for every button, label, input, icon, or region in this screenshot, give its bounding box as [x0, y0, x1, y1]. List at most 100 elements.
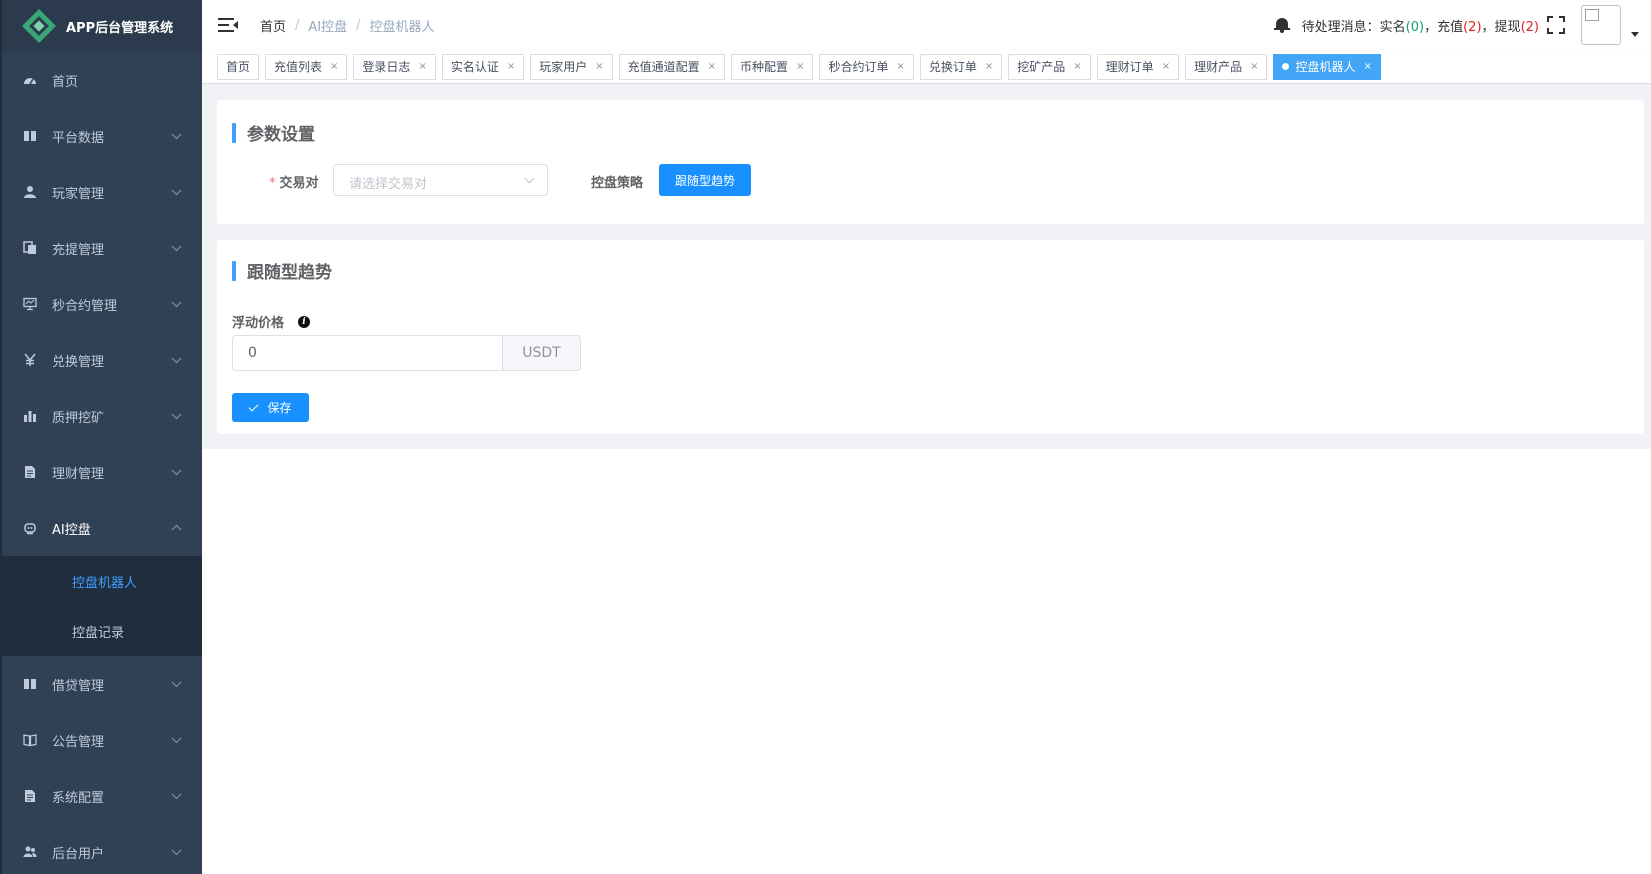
- chevron-down-icon: [171, 789, 182, 800]
- sidebar-menu: 首页 平台数据 玩家管理 充提管理 秒合约管理 兑换管理 质押挖矿 理财管理 A…: [0, 52, 202, 556]
- tag-coin-config[interactable]: 币种配置 ×: [731, 53, 814, 80]
- float-price-group: 0 USDT: [232, 335, 581, 371]
- sidebar-item-label: 理财管理: [52, 466, 105, 482]
- tag-control-robot[interactable]: 控盘机器人 ×: [1273, 53, 1381, 80]
- sidebar-item-label: 秒合约管理: [52, 298, 118, 314]
- strategy-button[interactable]: 跟随型趋势: [659, 164, 751, 196]
- recharge-label: 充值: [1437, 19, 1464, 35]
- sidebar-item-label: AI控盘: [52, 522, 91, 538]
- close-icon[interactable]: ×: [1250, 55, 1258, 79]
- sidebar-item-label: 玩家管理: [52, 186, 105, 202]
- close-icon[interactable]: ×: [1364, 55, 1372, 79]
- breadcrumb-home[interactable]: 首页: [260, 16, 286, 35]
- breadcrumb-ai-control: AI控盘: [308, 19, 348, 35]
- sidebar-item-announcements[interactable]: 公告管理: [0, 712, 202, 768]
- unit-label: USDT: [502, 335, 581, 371]
- ai-control-submenu: 控盘机器人 控盘记录: [0, 556, 202, 656]
- close-icon[interactable]: ×: [1073, 55, 1081, 79]
- dashboard-icon: [22, 72, 38, 88]
- sidebar-item-finance[interactable]: 理财管理: [0, 444, 202, 500]
- tags-view: 首页 充值列表 × 登录日志 × 实名认证 × 玩家用户 × 充值通道配置 × 币种配置 ×…: [202, 50, 1651, 84]
- sidebar-item-platform-data[interactable]: 平台数据: [0, 108, 202, 164]
- realname-label: 实名: [1379, 19, 1406, 35]
- tag-player-users[interactable]: 玩家用户 ×: [530, 53, 613, 80]
- close-icon[interactable]: ×: [507, 55, 515, 79]
- close-icon[interactable]: ×: [330, 55, 338, 79]
- chevron-down-icon: [171, 129, 182, 140]
- notice-label: 待处理消息：: [1301, 19, 1380, 35]
- close-icon[interactable]: ×: [418, 55, 426, 79]
- chevron-down-icon: [171, 409, 182, 420]
- sidebar: APP后台管理系统 首页 平台数据 玩家管理 充提管理 秒合约管理 兑换管理 质…: [0, 0, 202, 874]
- withdraw-label: 提现: [1494, 19, 1521, 35]
- sidebar-item-exchange[interactable]: 兑换管理: [0, 332, 202, 388]
- sidebar-item-players[interactable]: 玩家管理: [0, 164, 202, 220]
- float-price-input[interactable]: 0: [232, 335, 502, 371]
- top-navbar: 首页 / AI控盘 / 控盘机器人 待处理消息：实名(0)，充值(2)，提现(2…: [202, 0, 1651, 50]
- close-icon[interactable]: ×: [708, 55, 716, 79]
- avatar[interactable]: [1581, 5, 1621, 45]
- trend-card: 跟随型趋势 浮动价格 i 0 USDT 保存: [217, 240, 1644, 434]
- sidebar-item-label: 公告管理: [52, 734, 105, 750]
- sidebar-subitem-control-robot[interactable]: 控盘机器人: [0, 556, 202, 606]
- close-icon[interactable]: ×: [1162, 55, 1170, 79]
- sidebar-item-label: 借贷管理: [52, 678, 105, 694]
- sidebar-item-label: 充提管理: [52, 242, 105, 258]
- tag-home[interactable]: 首页: [217, 53, 260, 80]
- monitor-icon: [22, 296, 38, 312]
- chevron-down-icon: [171, 185, 182, 196]
- sidebar-item-staking[interactable]: 质押挖矿: [0, 388, 202, 444]
- navbar-right: 待处理消息：实名(0)，充值(2)，提现(2): [1273, 0, 1651, 50]
- hamburger-icon[interactable]: [218, 18, 238, 32]
- info-icon[interactable]: i: [298, 315, 311, 328]
- pair-select[interactable]: 请选择交易对: [333, 164, 548, 196]
- tag-recharge-channel[interactable]: 充值通道配置 ×: [618, 53, 726, 80]
- tag-recharge-list[interactable]: 充值列表 ×: [265, 53, 348, 80]
- sidebar-item-loans[interactable]: 借贷管理: [0, 656, 202, 712]
- tag-exchange-orders[interactable]: 兑换订单 ×: [919, 53, 1003, 80]
- yen-icon: [22, 352, 38, 368]
- sidebar-item-admin-users[interactable]: 后台用户: [0, 824, 202, 874]
- tag-finance-orders[interactable]: 理财订单 ×: [1096, 53, 1180, 80]
- save-button[interactable]: 保存: [232, 393, 309, 422]
- sidebar-item-label: 兑换管理: [52, 354, 105, 370]
- chevron-up-icon: [171, 524, 182, 535]
- sidebar-menu-lower: 借贷管理 公告管理 系统配置 后台用户: [0, 656, 202, 874]
- fullscreen-icon[interactable]: [1547, 16, 1565, 34]
- breadcrumb: 首页 / AI控盘 / 控盘机器人: [260, 16, 435, 35]
- tag-realname-auth[interactable]: 实名认证 ×: [441, 53, 525, 80]
- sidebar-item-deposit-withdraw[interactable]: 充提管理: [0, 220, 202, 276]
- sidebar-item-label: 平台数据: [52, 130, 105, 146]
- withdraw-count: 2: [1525, 19, 1534, 35]
- logo[interactable]: APP后台管理系统: [0, 0, 202, 52]
- chevron-down-icon: [171, 297, 182, 308]
- open-book-icon: [22, 732, 38, 748]
- sidebar-subitem-control-records[interactable]: 控盘记录: [0, 606, 202, 656]
- chevron-down-icon: [171, 677, 182, 688]
- realname-count: 0: [1410, 19, 1419, 35]
- active-dot-icon: [1282, 63, 1290, 70]
- close-icon[interactable]: ×: [595, 55, 603, 79]
- tag-login-log[interactable]: 登录日志 ×: [353, 53, 436, 80]
- tag-finance-products[interactable]: 理财产品 ×: [1185, 53, 1268, 80]
- sidebar-item-system-config[interactable]: 系统配置: [0, 768, 202, 824]
- close-icon[interactable]: ×: [985, 55, 993, 79]
- tag-mining-products[interactable]: 挖矿产品 ×: [1008, 53, 1091, 80]
- close-icon[interactable]: ×: [796, 55, 804, 79]
- copy-icon: [22, 240, 38, 256]
- sidebar-item-label: 首页: [52, 74, 79, 90]
- logo-icon: [22, 9, 56, 43]
- book-icon: [22, 128, 38, 144]
- pending-notice[interactable]: 待处理消息：实名(0)，充值(2)，提现(2): [1302, 16, 1539, 35]
- sidebar-item-second-contract[interactable]: 秒合约管理: [0, 276, 202, 332]
- user-icon: [22, 184, 38, 200]
- sidebar-item-ai-control[interactable]: AI控盘: [0, 500, 202, 556]
- caret-down-icon[interactable]: [1631, 31, 1639, 37]
- sidebar-item-home[interactable]: 首页: [0, 52, 202, 108]
- sidebar-item-label: 系统配置: [52, 790, 105, 806]
- close-icon[interactable]: ×: [896, 55, 904, 79]
- tag-second-contract-orders[interactable]: 秒合约订单 ×: [819, 53, 914, 80]
- bell-icon[interactable]: [1273, 17, 1290, 33]
- chevron-down-icon: [171, 241, 182, 252]
- chevron-down-icon: [524, 173, 535, 184]
